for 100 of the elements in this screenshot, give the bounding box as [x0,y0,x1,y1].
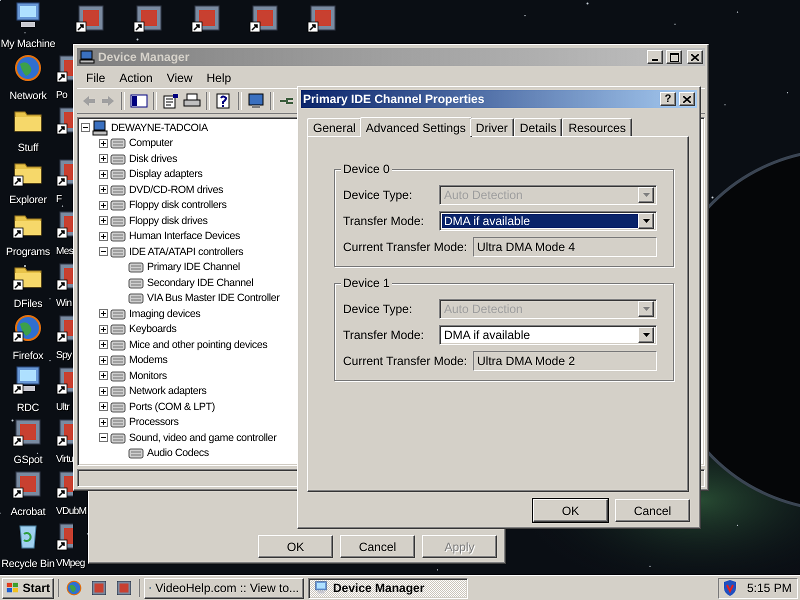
tree-item[interactable]: Display adapters [128,168,204,180]
tree-item[interactable]: Disk drives [128,152,178,165]
expand-toggle[interactable] [99,418,108,427]
tree-item[interactable]: Mice and other pointing devices [128,338,268,351]
dropdown[interactable]: DMA if available [439,211,657,231]
desktop-icon-label[interactable]: F [56,194,62,205]
desktop-icon-label[interactable]: Mes [56,246,74,257]
tree-item[interactable]: IDE ATA/ATAPI controllers [128,246,244,258]
plus-icon [101,326,106,332]
dialog-title: Primary IDE Channel Properties [303,92,486,106]
tree-item[interactable]: Processors [128,416,180,428]
taskbar-button[interactable]: VideoHelp.com :: View to... [144,578,304,598]
collapse-toggle[interactable] [81,123,90,132]
desktop-icon-label[interactable]: My Machine [0,38,56,50]
tree-item[interactable]: Floppy disk drives [128,214,209,227]
tree-item[interactable]: Sound, video and game controller [128,432,278,444]
desktop-icon-label[interactable]: Network [9,90,47,102]
tree-item[interactable]: Ports (COM & LPT) [128,400,216,413]
expand-toggle[interactable] [99,386,108,396]
minimize-button[interactable] [647,50,663,64]
start-button[interactable]: Start [2,578,54,598]
tab[interactable]: Resources [562,118,632,136]
properties-icon[interactable] [162,93,180,109]
tree-item[interactable]: Computer [128,137,174,150]
close-icon [691,54,699,60]
collapse-toggle[interactable] [99,247,108,256]
tree-item[interactable]: VIA Bus Master IDE Controller [146,292,281,304]
expand-toggle[interactable] [99,138,108,148]
dialog-button[interactable]: OK [533,499,608,522]
plus-icon [101,358,106,363]
expand-toggle[interactable] [99,232,108,241]
tab[interactable]: Driver [470,118,514,136]
desktop-icon-label[interactable]: Stuff [18,142,38,154]
expand-toggle[interactable] [99,309,108,318]
menu-item[interactable]: View [160,71,200,85]
app-icon[interactable] [90,579,108,597]
maximize-button[interactable] [666,50,682,64]
tree-item[interactable]: Human Interface Devices [128,230,241,242]
desktop-icon-label[interactable]: Programs [6,246,50,258]
tree-item[interactable]: Keyboards [128,323,178,336]
help-button[interactable]: ? [660,92,676,106]
readonly-field: Ultra DMA Mode 2 [473,351,657,371]
shield-icon[interactable] [723,580,737,596]
tab[interactable]: Details [514,118,562,136]
plus-icon [101,388,106,394]
tree-item[interactable]: Network adapters [128,385,208,398]
app-icon[interactable] [115,579,133,597]
tree-item[interactable]: Primary IDE Channel [146,261,241,274]
expand-toggle[interactable] [99,402,108,412]
menu-item[interactable]: File [79,71,112,85]
expand-toggle[interactable] [99,371,108,380]
tree-item[interactable]: Audio Codecs [146,447,210,460]
menu-item[interactable]: Action [112,71,160,85]
desktop-icon-label[interactable]: VMpeg [56,558,85,569]
expand-toggle[interactable] [99,340,108,350]
close-button[interactable] [679,92,695,106]
expand-toggle[interactable] [99,200,108,210]
tree-item[interactable]: Monitors [128,370,168,382]
desktop-icon-label[interactable]: DFiles [14,298,42,310]
expand-toggle[interactable] [99,216,108,226]
desktop-icon-label[interactable]: RDC [16,402,40,414]
tree-item[interactable]: DEWAYNE-TADCOIA [110,122,209,134]
desktop-icon-label[interactable]: GSpot [14,454,42,466]
field-label: Transfer Mode: [343,214,425,228]
tree-item[interactable]: Floppy disk controllers [128,199,228,212]
expand-toggle[interactable] [99,324,108,334]
desktop-icon-label[interactable]: Acrobat [10,506,46,518]
tree-item[interactable]: DVD/CD-ROM drives [128,184,224,196]
monitor-scan-icon[interactable] [247,93,265,109]
group-title: Device 1 [341,276,392,290]
dialog-button[interactable]: OK [258,535,333,558]
close-button[interactable] [687,50,703,64]
expand-toggle[interactable] [99,170,108,179]
desktop-icon-label[interactable]: VDubM [56,506,86,517]
tree-item[interactable]: Modems [128,354,168,366]
tab[interactable]: Advanced Settings [360,117,472,137]
desktop-icon-label[interactable]: Win [56,298,72,309]
taskbar-button[interactable]: Device Manager [308,578,468,598]
printer-icon[interactable] [183,93,201,109]
plus-icon [101,342,106,348]
menu-item[interactable]: Help [200,71,238,85]
expand-toggle[interactable] [99,185,108,194]
desktop-icon-label[interactable]: Po [56,90,68,101]
desktop-icon-label[interactable]: Virtu [56,454,74,465]
dialog-button[interactable]: Cancel [340,535,415,558]
dropdown[interactable]: DMA if available [439,325,657,345]
expand-toggle[interactable] [99,356,108,365]
tree-item[interactable]: Secondary IDE Channel [146,276,254,289]
dialog-button[interactable]: Cancel [615,499,690,522]
tree-item[interactable]: Imaging devices [128,308,202,320]
expand-toggle[interactable] [99,154,108,164]
desktop-icon-label[interactable]: Ultr [56,402,70,413]
desktop-icon-label[interactable]: Explorer [9,194,47,206]
tab[interactable]: General [307,118,362,136]
desktop-icon-label[interactable]: Firefox [12,350,44,362]
pane-toggle-icon[interactable] [130,93,148,109]
collapse-toggle[interactable] [99,433,108,442]
minus-icon [101,435,106,440]
desktop-icon-label[interactable]: Spy [56,350,72,361]
desktop-icon-label[interactable]: Recycle Bin [1,558,55,570]
